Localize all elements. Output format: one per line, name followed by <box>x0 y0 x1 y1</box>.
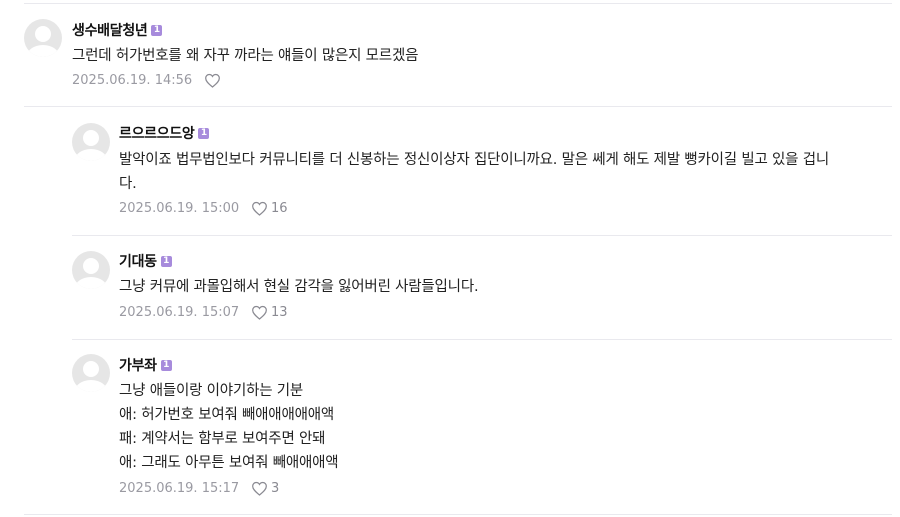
comment-divider <box>24 106 892 107</box>
comment-date: 2025.06.19. 15:00 <box>119 201 240 216</box>
level-badge-icon: 1 <box>151 24 163 36</box>
level-badge-icon: 1 <box>160 359 172 371</box>
comment-nickname[interactable]: 기대동 <box>119 251 157 271</box>
comment-nickname[interactable]: 르으르으드앙 <box>119 123 195 143</box>
comment-date: 2025.06.19. 14:56 <box>72 73 193 88</box>
like-count: 13 <box>271 305 288 320</box>
comment-divider <box>72 339 892 340</box>
comment-divider <box>72 235 892 236</box>
default-avatar-icon[interactable] <box>72 354 110 392</box>
like-button[interactable] <box>204 73 224 88</box>
default-avatar-icon[interactable] <box>72 123 110 161</box>
level-badge-icon: 1 <box>198 127 210 139</box>
comment-nickname[interactable]: 생수배달청년 <box>72 20 148 40</box>
comment-text: 그냥 애들이랑 이야기하는 기분 애: 허가번호 보여줘 빼애애애애애액 패: … <box>119 383 339 471</box>
comment-date: 2025.06.19. 15:07 <box>119 305 240 320</box>
like-count: 3 <box>271 481 280 496</box>
heart-outline-icon <box>205 73 220 88</box>
comment-date: 2025.06.19. 15:17 <box>119 481 240 496</box>
comment-text: 그런데 허가번호를 왜 자꾸 까라는 얘들이 많은지 모르겠음 <box>72 48 419 64</box>
top-divider <box>24 3 892 4</box>
like-button[interactable]: 3 <box>251 481 279 496</box>
level-badge-icon: 1 <box>160 255 172 267</box>
like-button[interactable]: 13 <box>251 305 288 320</box>
default-avatar-icon[interactable] <box>72 251 110 289</box>
heart-outline-icon <box>252 481 267 496</box>
like-button[interactable]: 16 <box>251 201 288 216</box>
heart-outline-icon <box>252 201 267 216</box>
comment-divider <box>24 514 892 515</box>
default-avatar-icon[interactable] <box>24 19 62 57</box>
comment-text: 그냥 커뮤에 과몰입해서 현실 감각을 잃어버린 사람들입니다. <box>119 279 479 295</box>
comment-text: 발악이죠 법무법인보다 커뮤니티를 더 신봉하는 정신이상자 집단이니까요. 말… <box>119 152 829 192</box>
like-count: 16 <box>271 201 288 216</box>
comment-nickname[interactable]: 가부좌 <box>119 355 157 375</box>
heart-outline-icon <box>252 305 267 320</box>
